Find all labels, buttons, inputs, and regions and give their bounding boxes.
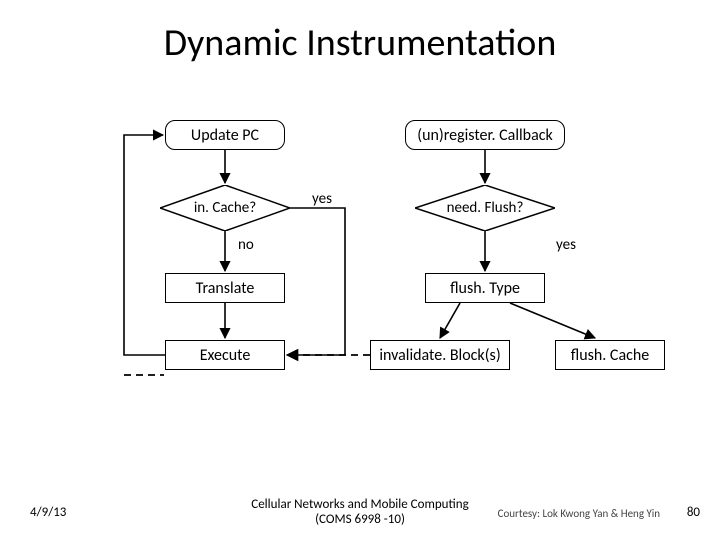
footer-center-line2: (COMS 6998 -10) <box>315 512 405 527</box>
node-invalidate-blocks: invalidate. Block(s) <box>370 340 510 370</box>
node-update-pc: Update PC <box>165 120 285 150</box>
node-need-flush: need. Flush? <box>415 185 555 231</box>
slide-title: Dynamic Instrumentation <box>0 20 720 66</box>
in-cache-label: in. Cache? <box>160 185 290 231</box>
node-in-cache: in. Cache? <box>160 185 290 231</box>
footer-courtesy: Courtesy: Lok Kwong Yan & Heng Yin <box>498 507 660 520</box>
node-flush-cache: flush. Cache <box>555 340 665 370</box>
node-unregister-callback: (un)register. Callback <box>405 120 565 150</box>
label-yes-left: yes <box>312 190 332 208</box>
node-execute: Execute <box>165 340 285 370</box>
need-flush-label: need. Flush? <box>415 185 555 231</box>
footer-page-number: 80 <box>687 505 700 520</box>
footer-center-line1: Cellular Networks and Mobile Computing <box>251 497 468 512</box>
label-yes-right: yes <box>556 236 576 254</box>
flow-arrows <box>0 0 720 540</box>
node-flush-type: flush. Type <box>425 273 545 303</box>
label-no: no <box>238 236 254 254</box>
node-translate: Translate <box>165 273 285 303</box>
